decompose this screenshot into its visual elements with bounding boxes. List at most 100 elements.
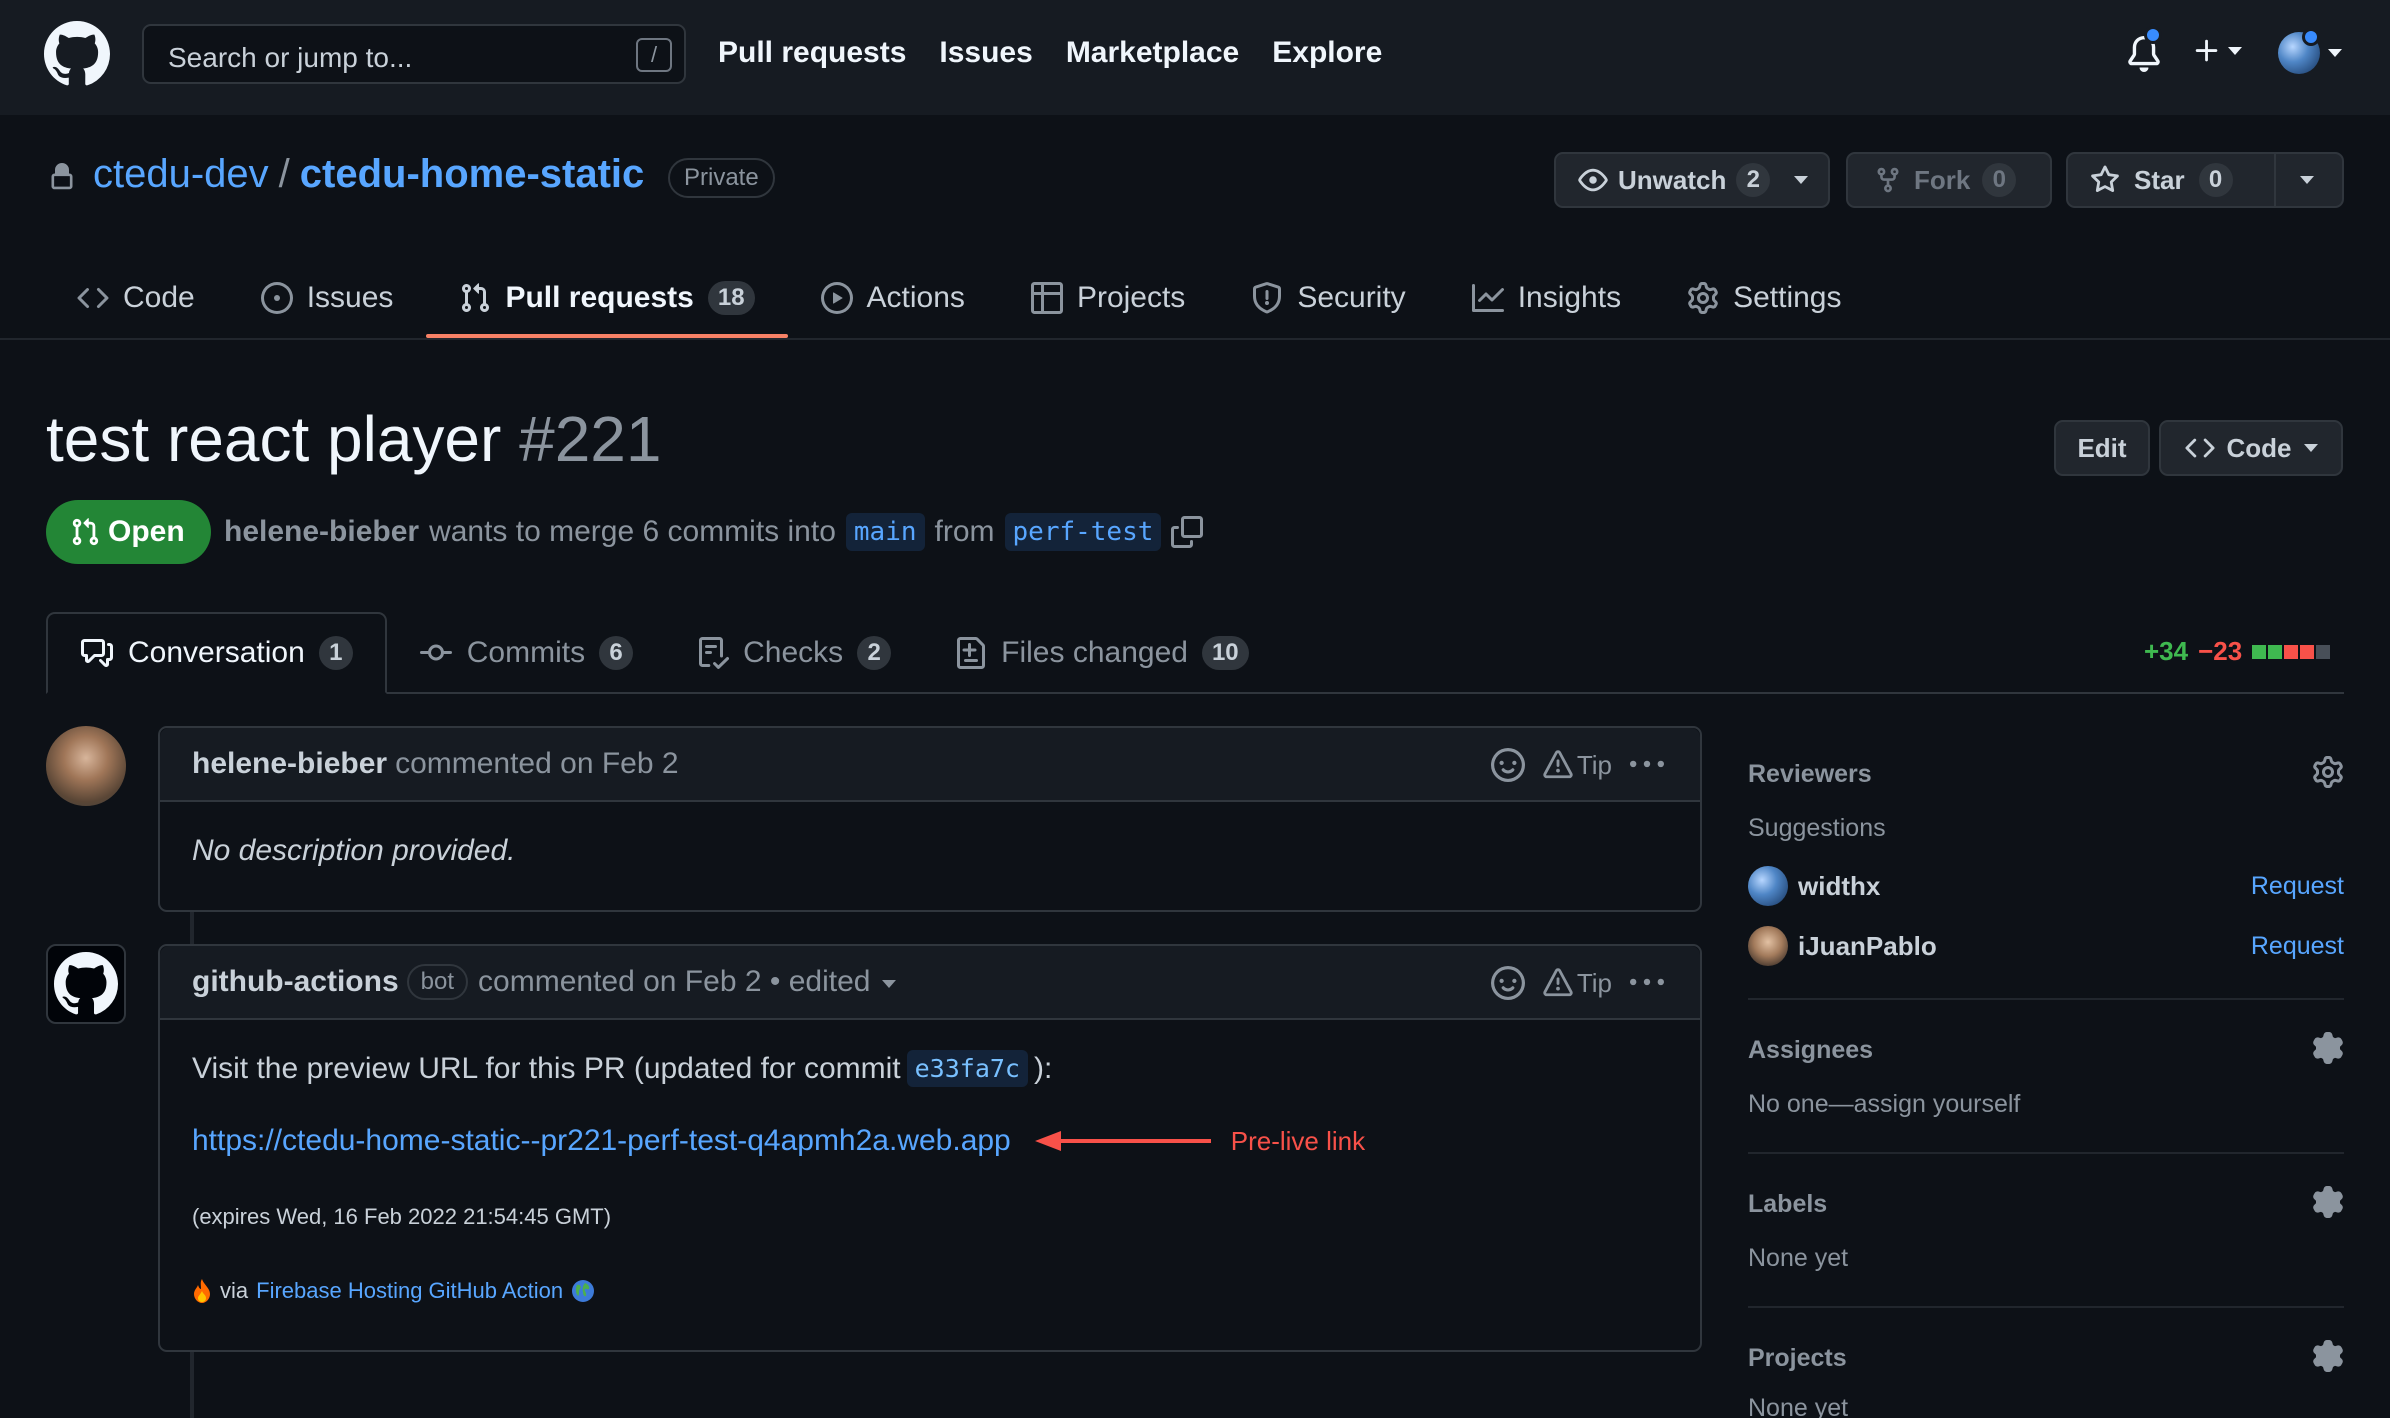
- tab-files-changed[interactable]: Files changed 10: [923, 612, 1281, 694]
- edit-button[interactable]: Edit: [2054, 420, 2150, 476]
- commit-sha[interactable]: e33fa7c: [906, 1050, 1028, 1087]
- projects-text: None yet: [1748, 1394, 1849, 1418]
- status-badge: Open: [46, 500, 211, 564]
- tab-commits[interactable]: Commits 6: [387, 612, 665, 694]
- github-logo-icon: [54, 952, 118, 1015]
- diffstat-blocks: [2252, 644, 2331, 659]
- tab-settings[interactable]: Settings: [1654, 258, 1874, 338]
- create-new-menu[interactable]: [2192, 36, 2242, 66]
- tip-button[interactable]: Tip: [1543, 968, 1612, 999]
- preview-text-end: ):: [1033, 1051, 1053, 1085]
- code-button[interactable]: Code: [2159, 420, 2343, 476]
- tab-settings-label: Settings: [1733, 281, 1842, 314]
- tab-code[interactable]: Code: [44, 258, 228, 338]
- pr-merge-info: helene-bieber wants to merge 6 commits i…: [224, 509, 1204, 555]
- pr-tabs: Conversation 1 Commits 6 Checks 2 Files …: [46, 612, 1281, 694]
- comment-box: helene-bieber commented on Feb 2 Tip No …: [158, 726, 1702, 912]
- firebase-action-link[interactable]: Firebase Hosting GitHub Action: [256, 1278, 563, 1304]
- nav-explore[interactable]: Explore: [1272, 36, 1382, 70]
- status-dot: [2302, 28, 2320, 46]
- nav-marketplace[interactable]: Marketplace: [1066, 36, 1239, 70]
- unwatch-button[interactable]: Unwatch 2: [1554, 152, 1830, 208]
- preview-line: Visit the preview URL for this PR (updat…: [192, 1050, 1052, 1087]
- head-branch[interactable]: perf-test: [1004, 513, 1162, 551]
- checklist-icon: [699, 637, 730, 669]
- fork-icon: [1877, 167, 1899, 193]
- tab-insights[interactable]: Insights: [1439, 258, 1654, 338]
- tab-conversation[interactable]: Conversation 1: [46, 612, 387, 694]
- reviewer-suggestion: widthx Request: [1748, 864, 2344, 908]
- kebab-menu-icon[interactable]: [1630, 966, 1664, 1000]
- search-input[interactable]: Search or jump to... /: [142, 24, 686, 84]
- smiley-icon[interactable]: [1490, 748, 1525, 782]
- commits-count: 6: [599, 636, 634, 670]
- reviewer-suggestion: iJuanPablo Request: [1748, 924, 2344, 968]
- sidebar-divider: [1748, 1306, 2344, 1308]
- code-icon: [77, 287, 109, 309]
- reviewers-section-header: Reviewers: [1748, 756, 2344, 796]
- comment-meta[interactable]: commented on Feb 2 • edited: [478, 965, 870, 999]
- tab-checks[interactable]: Checks 2: [665, 612, 923, 694]
- comment-author[interactable]: github-actions: [192, 965, 399, 999]
- search-shortcut-key: /: [636, 38, 672, 72]
- annotation-label: Pre-live link: [1230, 1125, 1366, 1156]
- tip-button[interactable]: Tip: [1543, 750, 1612, 781]
- star-list-chevron-icon[interactable]: [2300, 176, 2314, 184]
- repo-name-link[interactable]: ctedu-home-static: [300, 152, 645, 197]
- base-branch[interactable]: main: [845, 513, 925, 551]
- tab-issues[interactable]: Issues: [228, 258, 427, 338]
- nav-issues[interactable]: Issues: [939, 36, 1032, 70]
- alert-icon: [1543, 750, 1573, 779]
- notification-dot: [2144, 26, 2162, 44]
- star-button[interactable]: Star 0: [2066, 152, 2344, 208]
- tab-projects[interactable]: Projects: [998, 258, 1218, 338]
- shield-icon: [1253, 282, 1282, 314]
- plus-icon: [2195, 39, 2218, 62]
- fork-button[interactable]: Fork 0: [1846, 152, 2052, 208]
- chevron-down-icon: [1794, 176, 1809, 184]
- edit-history-chevron-icon[interactable]: [882, 980, 897, 988]
- tab-files-changed-label: Files changed: [1001, 636, 1188, 669]
- smiley-icon[interactable]: [1490, 966, 1525, 1000]
- avatar[interactable]: [1748, 866, 1788, 906]
- copy-icon[interactable]: [1171, 516, 1204, 548]
- commit-icon: [419, 644, 452, 661]
- user-menu[interactable]: [2278, 28, 2342, 74]
- nav-pull-requests[interactable]: Pull requests: [718, 36, 906, 70]
- tab-pull-requests-label: Pull requests: [505, 281, 694, 314]
- comment-author[interactable]: helene-bieber: [192, 747, 387, 781]
- gear-icon[interactable]: [2312, 1186, 2344, 1218]
- request-review-link[interactable]: Request: [2251, 872, 2344, 901]
- from-text: from: [934, 515, 995, 548]
- fork-label: Fork: [1914, 164, 1971, 195]
- github-actions-avatar[interactable]: [46, 944, 126, 1024]
- repo-owner-link[interactable]: ctedu-dev: [93, 152, 269, 197]
- assignees-title: Assignees: [1748, 1036, 1874, 1064]
- notifications-bell-icon[interactable]: [2126, 26, 2162, 74]
- avatar[interactable]: [46, 726, 126, 806]
- watchers-count: 2: [1736, 163, 1771, 197]
- reviewer-name[interactable]: iJuanPablo: [1798, 931, 1937, 962]
- arrow-left-icon: [1034, 1131, 1211, 1151]
- gear-icon[interactable]: [2312, 1032, 2344, 1064]
- pr-author-link[interactable]: helene-bieber: [224, 515, 419, 549]
- sidebar-divider: [1748, 1152, 2344, 1154]
- labels-section-header: Labels: [1748, 1186, 2344, 1226]
- comment-meta[interactable]: commented on Feb 2: [395, 747, 679, 781]
- github-logo-icon[interactable]: [44, 21, 110, 87]
- gear-icon[interactable]: [2312, 756, 2344, 788]
- tab-actions[interactable]: Actions: [788, 258, 998, 338]
- bot-badge: bot: [406, 964, 469, 1000]
- kebab-menu-icon[interactable]: [1630, 748, 1664, 782]
- assignees-text[interactable]: No one—assign yourself: [1748, 1090, 2344, 1119]
- chevron-down-icon: [2303, 444, 2318, 452]
- reviewer-name[interactable]: widthx: [1798, 871, 1880, 902]
- tab-conversation-label: Conversation: [128, 636, 305, 669]
- comment-box: github-actions bot commented on Feb 2 • …: [158, 944, 1702, 1352]
- preview-url-link[interactable]: https://ctedu-home-static--pr221-perf-te…: [192, 1124, 1011, 1158]
- request-review-link[interactable]: Request: [2251, 932, 2344, 961]
- avatar[interactable]: [1748, 926, 1788, 966]
- gear-icon[interactable]: [2312, 1340, 2344, 1372]
- tab-pull-requests[interactable]: Pull requests 18: [426, 258, 788, 338]
- tab-security[interactable]: Security: [1218, 258, 1438, 338]
